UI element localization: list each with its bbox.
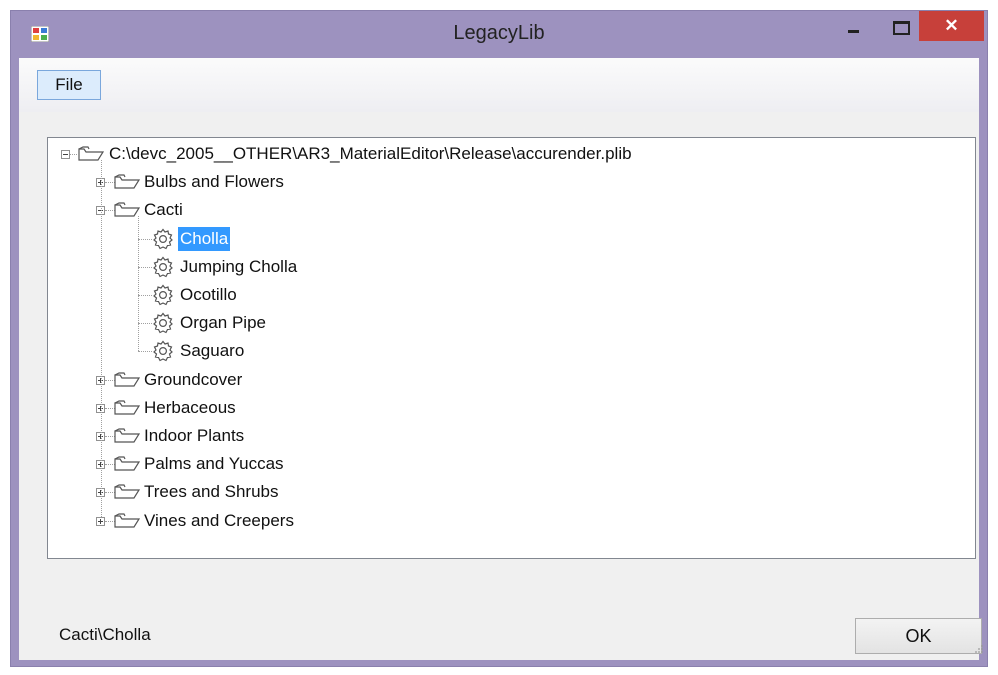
selected-path-label: Cacti\Cholla: [59, 625, 151, 644]
tree-node-label: Groundcover: [144, 369, 243, 389]
tree-item-jumping-cholla[interactable]: Jumping Cholla: [48, 255, 975, 279]
tree-item-organ-pipe[interactable]: Organ Pipe: [48, 311, 975, 335]
tree-node-label: Indoor Plants: [144, 426, 245, 445]
tree-connector-line: [138, 216, 139, 352]
gear-icon: [152, 256, 174, 283]
tree-node-label: Bulbs and Flowers: [144, 172, 284, 192]
tree-folder-indoor-plants[interactable]: Indoor Plants: [48, 424, 975, 448]
gear-icon: [152, 284, 174, 311]
client-area: File C:\devc_2005__OTHER\AR3_MaterialEdi…: [19, 58, 983, 660]
tree-item-cholla[interactable]: Cholla: [48, 226, 975, 251]
close-button[interactable]: ✕: [919, 11, 984, 41]
tree-folder-groundcover[interactable]: Groundcover: [48, 368, 975, 392]
tree-folder-herbaceous[interactable]: Herbaceous: [48, 396, 975, 420]
gear-icon: [152, 228, 174, 255]
tree-node-label: C:\devc_2005__OTHER\AR3_MaterialEditor\R…: [109, 144, 632, 163]
tree-root-node[interactable]: C:\devc_2005__OTHER\AR3_MaterialEditor\R…: [48, 142, 975, 166]
title-bar[interactable]: LegacyLib ✕: [11, 11, 987, 57]
tree-folder-bulbs-and-flowers[interactable]: Bulbs and Flowers: [48, 170, 975, 194]
tree-node-label: Vines and Creepers: [144, 510, 294, 530]
tree-node-label: Saguaro: [180, 341, 245, 361]
menu-bar: File: [19, 58, 979, 112]
resize-grip-icon[interactable]: [974, 644, 984, 654]
tree-node-label: Cacti: [144, 200, 183, 220]
tree-item-ocotillo[interactable]: Ocotillo: [48, 283, 975, 307]
maximize-button[interactable]: [883, 11, 917, 41]
maximize-icon: [893, 21, 910, 35]
tree-node-label: Organ Pipe: [180, 313, 266, 333]
tree-folder-trees-and-shrubs[interactable]: Trees and Shrubs: [48, 480, 975, 504]
folder-open-icon: [114, 456, 141, 477]
ok-button[interactable]: OK: [855, 618, 982, 654]
minimize-icon: [848, 30, 859, 33]
tree-node-label: Herbaceous: [144, 397, 236, 417]
gear-icon: [152, 340, 174, 367]
tree-node-label: Cholla: [178, 226, 231, 251]
tree-node-label: Trees and Shrubs: [144, 482, 279, 502]
folder-open-icon: [114, 174, 141, 195]
tree-folder-vines-and-creepers[interactable]: Vines and Creepers: [48, 509, 975, 533]
tree-node-label: Ocotillo: [180, 285, 237, 304]
minimize-button[interactable]: [838, 11, 868, 41]
app-window: LegacyLib ✕ File C:\devc_2005__OTHER\AR3…: [10, 10, 988, 667]
folder-open-icon: [114, 400, 141, 421]
material-tree-view[interactable]: C:\devc_2005__OTHER\AR3_MaterialEditor\R…: [47, 137, 976, 559]
tree-folder-cacti[interactable]: Cacti: [48, 198, 975, 222]
folder-open-icon: [114, 428, 141, 449]
folder-open-icon: [114, 371, 141, 393]
folder-open-icon: [114, 202, 141, 223]
folder-open-icon: [114, 484, 141, 505]
tree-item-saguaro[interactable]: Saguaro: [48, 339, 975, 363]
folder-open-icon: [114, 512, 141, 534]
tree-node-label: Palms and Yuccas: [144, 454, 284, 474]
tree-folder-palms-and-yuccas[interactable]: Palms and Yuccas: [48, 452, 975, 476]
tree-connector-line: [101, 160, 102, 517]
close-icon: ✕: [944, 16, 959, 35]
file-menu[interactable]: File: [37, 70, 101, 100]
tree-node-label: Jumping Cholla: [180, 256, 298, 276]
gear-icon: [152, 312, 174, 339]
